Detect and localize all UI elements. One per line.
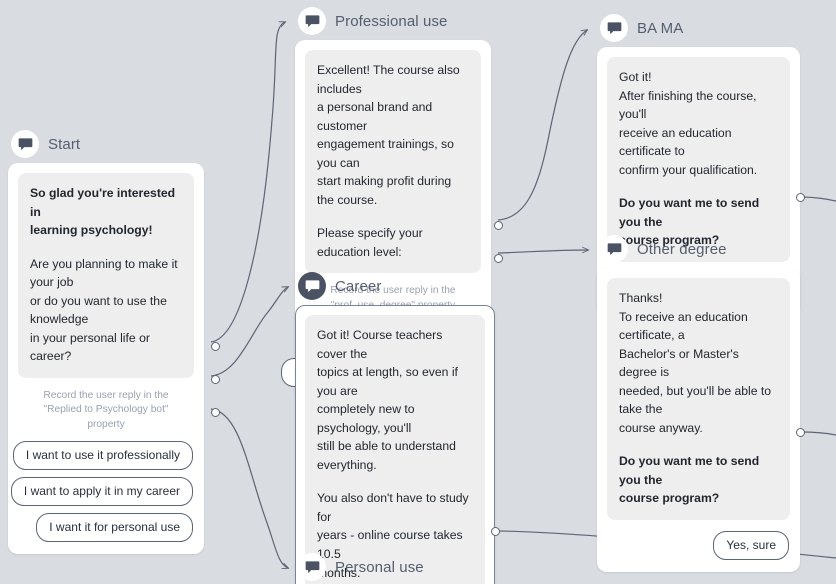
node-ba-ma-message: Got it! After finishing the course, you'l… [607,57,790,262]
port-prof-reply-bama[interactable] [494,221,503,230]
speech-bubble-icon [298,272,326,300]
node-other-degree-title: Other degree [637,240,727,258]
wire-otherdeg-yes-out [799,431,836,436]
reply-button[interactable]: Yes, sure [713,531,789,561]
wire-start-to-career [210,287,288,377]
node-career[interactable]: Career Got it! Course teachers cover the… [295,271,500,584]
node-other-degree[interactable]: Other degree Thanks! To receive an educat… [597,234,805,573]
message-line: So glad you're interested in [30,186,176,219]
node-ba-ma-title: BA MA [637,19,684,37]
flow-canvas[interactable]: Start So glad you're interested in learni… [0,0,836,584]
message-line: Got it! Course teachers cover the [317,328,443,361]
node-other-degree-replies[interactable]: Yes, sure [607,520,790,561]
speech-bubble-icon [600,14,628,42]
port-career-reply-yes[interactable] [491,527,500,536]
speech-bubble-icon [11,130,39,158]
message-line: in your personal life or career? [30,330,150,364]
speech-bubble-icon [600,235,628,263]
reply-button[interactable]: I want to use it professionally [12,441,193,471]
node-career-card[interactable]: Got it! Course teachers cover the topics … [295,305,495,584]
node-start-message: So glad you're interested in learning psy… [18,173,194,378]
message-line: learning psychology! [30,223,153,238]
message-line: topics at length, so even if you are [317,365,458,398]
speech-bubble-icon [298,7,326,35]
message-line: course anyway. [619,420,703,435]
wire-prof-to-otherdeg [497,250,588,254]
message-line: Thanks! [619,291,663,305]
node-start-title: Start [48,135,81,153]
node-start-hint: Record the user reply in the "Replied to… [43,389,169,430]
node-professional-use-message: Excellent! The course also includes a per… [305,50,481,274]
port-start-reply-1[interactable] [211,375,220,384]
node-personal-use-header[interactable]: Personal use [295,552,495,582]
message-line: course program? [619,491,720,506]
message-line: a personal brand and customer [317,100,433,133]
node-ba-ma-header[interactable]: BA MA [597,13,800,43]
node-personal-use-title: Personal use [335,558,424,576]
port-bama-reply-yes[interactable] [796,193,805,202]
message-line: or do you want to use the knowledge [30,293,167,327]
message-line: Excellent! The course also includes [317,63,460,96]
speech-bubble-icon [298,553,326,581]
node-career-header[interactable]: Career [295,271,495,301]
message-line: Please specify your education level: [317,226,423,259]
node-start-header[interactable]: Start [8,129,204,159]
node-other-degree-message: Thanks! To receive an education certifica… [607,278,790,521]
message-line: engagement trainings, so you can [317,137,454,170]
node-other-degree-header[interactable]: Other degree [597,234,800,264]
reply-button[interactable]: I want to apply it in my career [10,477,193,507]
node-professional-use-title: Professional use [335,12,448,30]
port-start-reply-2[interactable] [211,408,220,417]
message-line: Are you planning to make it your job [30,256,178,290]
message-line: everything. [317,457,377,472]
node-career-title: Career [335,277,382,295]
message-line: Bachelor's or Master's degree is [619,346,739,380]
node-personal-use[interactable]: Personal use [295,552,495,584]
message-line: Do you want me to send you the [619,454,760,487]
wire-start-to-personal [210,408,288,568]
message-line: You also don't have to study for [317,491,469,524]
node-other-degree-card[interactable]: Thanks! To receive an education certifica… [597,268,800,573]
message-line: Got it! [619,70,652,84]
port-otherdeg-reply-yes[interactable] [796,428,805,437]
message-line: confirm your qualification. [619,162,758,177]
message-line: still be able to understand [317,439,456,454]
message-line: receive an education certificate to [619,125,732,159]
message-line: Do you want me to send you the [619,196,760,229]
wire-bama-yes-out [799,196,836,202]
port-start-reply-0[interactable] [211,342,220,351]
node-professional-use-header[interactable]: Professional use [295,6,491,36]
message-line: needed, but you'll be able to take the [619,383,772,417]
wire-start-to-professional [210,22,285,343]
port-prof-reply-highschool[interactable] [494,254,503,263]
node-career-message: Got it! Course teachers cover the topics … [305,315,485,584]
message-line: completely new to psychology, you'll [317,402,415,435]
node-start-replies[interactable]: I want to use it professionally I want to… [10,441,194,543]
reply-button[interactable]: I want it for personal use [36,513,193,543]
message-line: After finishing the course, you'll [619,88,757,122]
wire-prof-to-bama [497,30,587,221]
node-start-card[interactable]: So glad you're interested in learning psy… [8,163,204,555]
message-line: start making profit during the course. [317,174,452,207]
message-line: To receive an education certificate, a [619,309,748,343]
node-start[interactable]: Start So glad you're interested in learni… [8,129,220,555]
